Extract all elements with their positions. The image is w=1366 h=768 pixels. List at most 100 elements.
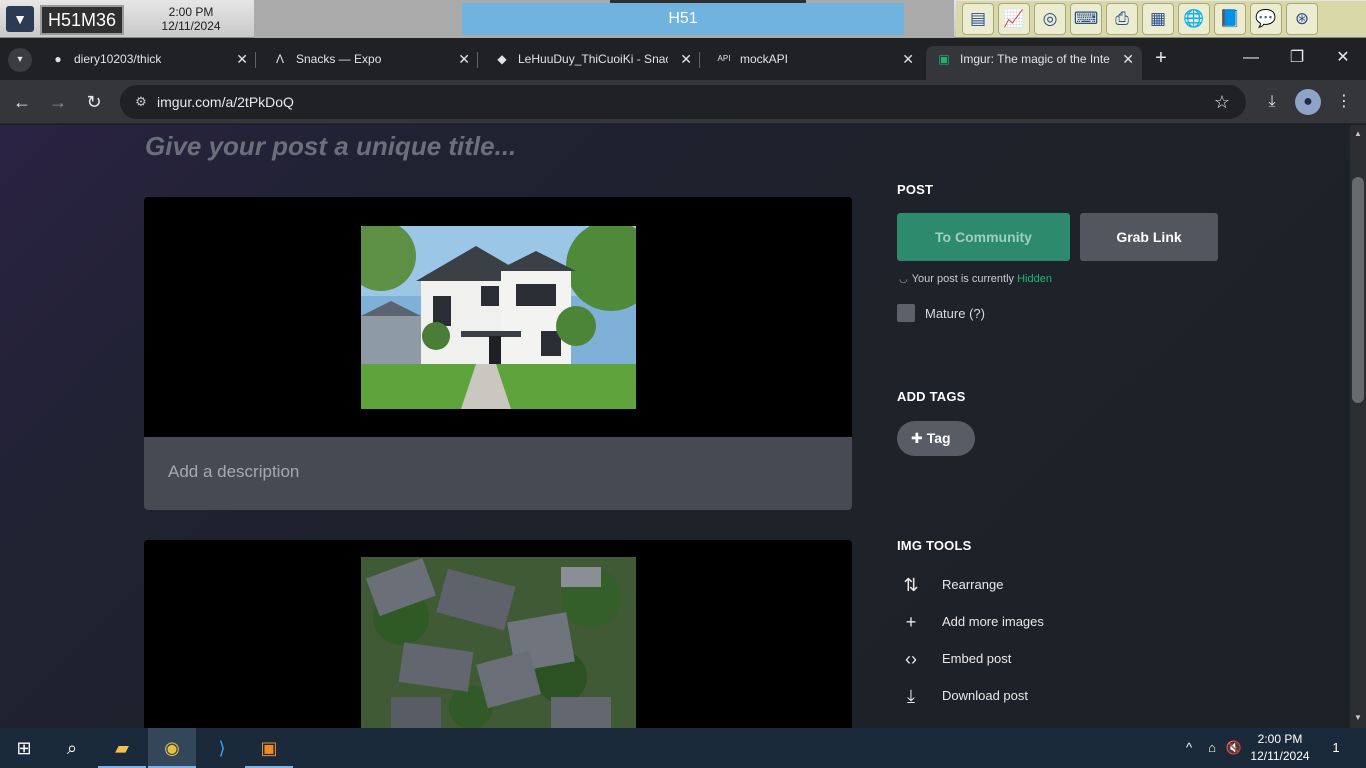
file-explorer-icon[interactable]: ▰ [98, 728, 146, 768]
back-icon[interactable]: ← [8, 88, 36, 116]
kiosk-tools: ▤ 📈 ◎ ⌨ ⎙ ▦ 🌐 📘 💬 ⊛ [956, 1, 1366, 37]
new-tab-button[interactable]: + [1150, 46, 1172, 72]
chrome-icon[interactable]: ◉ [148, 728, 196, 768]
notification-icon[interactable]: 1 [1322, 728, 1350, 768]
tab-separator [699, 52, 700, 68]
expo-icon: Λ [275, 52, 284, 66]
book-icon[interactable]: 📘 [1214, 3, 1246, 35]
close-icon[interactable]: ✕ [1122, 46, 1134, 72]
vscode-icon[interactable]: ⟩ [198, 728, 246, 768]
add-tags-heading: ADD TAGS [897, 389, 966, 404]
tab-snack[interactable]: ◆ LeHuuDuy_ThiCuoiKi - Snack ✕ [484, 46, 700, 80]
code-icon: ‹› [905, 649, 917, 669]
page-content: Give your post a unique title... Add a d… [0, 125, 1350, 728]
disc-icon[interactable]: ◎ [1034, 3, 1066, 35]
image-card[interactable] [144, 540, 852, 728]
plus-icon: ✚ [911, 430, 923, 446]
rearrange-icon: ⇅ [903, 575, 919, 595]
imgur-icon: ▣ [938, 52, 950, 66]
browser-toolbar: ← → ↻ ⚙ imgur.com/a/2tPkDoQ ☆ ⤓ ● ⋮ [0, 80, 1366, 124]
scroll-thumb[interactable] [1352, 177, 1364, 403]
minimize-icon[interactable]: — [1228, 46, 1274, 72]
reload-icon[interactable]: ↻ [80, 88, 108, 116]
tab-title: diery10203/thick [74, 52, 162, 66]
close-icon[interactable]: ✕ [236, 46, 248, 72]
kiosk-time: 2:00 PM [168, 5, 214, 19]
img-tools-heading: IMG TOOLS [897, 538, 972, 553]
tab-strip: ▾ ● diery10203/thick ✕ Λ Snacks — Expo ✕… [0, 38, 1366, 80]
network-icon[interactable]: ⌂ [1202, 728, 1222, 768]
window-close-icon[interactable]: ✕ [1320, 46, 1366, 72]
taskbar-date: 12/11/2024 [1250, 749, 1310, 763]
profile-avatar[interactable]: ● [1295, 89, 1321, 115]
mature-label: Mature (?) [925, 306, 985, 321]
description-input[interactable]: Add a description [144, 437, 852, 510]
status-prefix: Your post is currently [911, 273, 1015, 285]
mature-checkbox[interactable] [897, 304, 915, 322]
forward-icon[interactable]: → [44, 88, 72, 116]
kiosk-bar: ▼ H51M36 2:00 PM 12/11/2024 H51 ▤ 📈 ◎ ⌨ … [0, 0, 1366, 38]
tray-chevron-icon[interactable]: ^ [1180, 728, 1198, 768]
kiosk-clock: 2:00 PM 12/11/2024 [128, 3, 254, 35]
mockapi-icon: API [717, 54, 731, 63]
image-card[interactable] [144, 197, 852, 437]
add-tag-button[interactable]: ✚ Tag [897, 421, 975, 456]
tool-label: Download post [942, 688, 1028, 703]
tab-title: mockAPI [740, 52, 789, 66]
close-icon[interactable]: ✕ [458, 46, 470, 72]
tag-button-label: Tag [926, 430, 951, 446]
tab-mockapi[interactable]: API mockAPI ✕ [706, 46, 922, 80]
tab-title: Imgur: The magic of the Inte [960, 52, 1110, 66]
bookmark-star-icon[interactable]: ☆ [1214, 85, 1230, 119]
tab-title: Snacks — Expo [296, 52, 382, 66]
windows-start-icon[interactable]: ⊞ [0, 728, 48, 768]
page-scrollbar[interactable]: ▲ ▼ [1350, 125, 1366, 728]
site-info-icon[interactable]: ⚙ [132, 93, 150, 111]
address-bar[interactable]: ⚙ imgur.com/a/2tPkDoQ ☆ [120, 85, 1246, 119]
eye-icon: ◡ [899, 274, 908, 285]
tool-label: Embed post [942, 651, 1012, 666]
chart-icon[interactable]: 📈 [998, 3, 1030, 35]
taskbar-time: 2:00 PM [1257, 732, 1303, 746]
menu-icon[interactable]: ⋮ [1331, 89, 1357, 115]
scroll-up-icon[interactable]: ▲ [1350, 129, 1366, 138]
tab-separator [255, 52, 256, 68]
search-icon[interactable]: ⌕ [48, 728, 96, 768]
tab-title: LeHuuDuy_ThiCuoiKi - Snack [518, 52, 668, 66]
taskbar-clock[interactable]: 2:00 PM 12/11/2024 [1240, 731, 1320, 765]
tab-imgur[interactable]: ▣ Imgur: The magic of the Inte ✕ [926, 46, 1142, 80]
keyboard-icon[interactable]: ⌨ [1070, 3, 1102, 35]
house-photo [361, 226, 636, 409]
post-status: ◡ Your post is currently Hidden [899, 273, 1052, 285]
printer-icon[interactable]: ⎙ [1106, 3, 1138, 35]
cabinet-icon[interactable]: ▤ [962, 3, 994, 35]
grab-link-button[interactable]: Grab Link [1080, 213, 1218, 261]
description-placeholder: Add a description [168, 462, 300, 481]
pdf-icon[interactable]: ▣ [245, 728, 293, 768]
room-name: H51 [462, 3, 904, 35]
tab-expo[interactable]: Λ Snacks — Expo ✕ [262, 46, 478, 80]
download-icon[interactable]: ⤓ [1259, 89, 1285, 115]
globe-icon[interactable]: 🌐 [1178, 3, 1210, 35]
download-icon: ⤓ [907, 686, 915, 706]
tab-github[interactable]: ● diery10203/thick ✕ [40, 46, 256, 80]
restore-icon[interactable]: ❐ [1274, 46, 1320, 72]
url-text[interactable]: imgur.com/a/2tPkDoQ [157, 85, 294, 119]
lifebuoy-icon[interactable]: ⊛ [1286, 3, 1318, 35]
chat-icon[interactable]: 💬 [1250, 3, 1282, 35]
to-community-button[interactable]: To Community [897, 213, 1070, 261]
github-icon: ● [54, 52, 62, 66]
notification-count: 1 [1332, 740, 1340, 755]
post-heading: POST [897, 182, 934, 197]
tab-search-icon[interactable]: ▾ [8, 48, 32, 72]
window-icon[interactable]: ▦ [1142, 3, 1174, 35]
close-icon[interactable]: ✕ [902, 46, 914, 72]
close-icon[interactable]: ✕ [680, 46, 692, 72]
tab-separator [477, 52, 478, 68]
scroll-down-icon[interactable]: ▼ [1350, 713, 1366, 722]
kiosk-date: 12/11/2024 [161, 19, 221, 33]
kiosk-logo-icon[interactable]: ▼ [6, 6, 34, 32]
post-title-input[interactable]: Give your post a unique title... [145, 131, 516, 162]
tool-label: Add more images [942, 614, 1044, 629]
plus-icon: + [905, 612, 917, 632]
